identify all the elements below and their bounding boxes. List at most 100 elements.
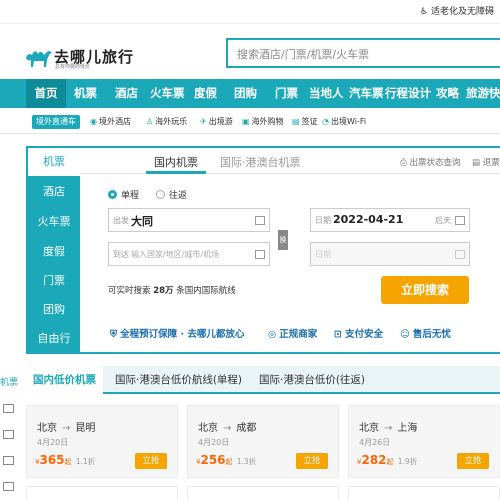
swap-cities-button[interactable]: 换 [278, 230, 288, 250]
tab-lowprice-intl-oneway[interactable]: 国际·港澳台低价航线(单程) [108, 366, 249, 394]
train-icon[interactable] [3, 430, 14, 439]
calendar-icon[interactable] [455, 250, 465, 259]
nav-item-bus[interactable]: 汽车票 [349, 79, 384, 108]
deal-price: ¥256起 1.3折 [196, 453, 257, 467]
city-picker-icon[interactable] [255, 216, 265, 225]
arrow-icon: → [62, 423, 71, 434]
arrow-icon: → [223, 423, 232, 434]
nav-item-groupbuy[interactable]: 团购 [234, 79, 257, 108]
date-value: 2022-04-21 [333, 213, 404, 226]
nav-item-hotels[interactable]: 酒店 [115, 79, 138, 108]
top-bar: ♿ 适老化及无障碍 [0, 0, 500, 24]
city-picker-icon[interactable] [255, 250, 265, 259]
grab-button[interactable]: 立抢 [457, 453, 489, 469]
subnav-link-overseas-fun[interactable]: ♙ 海外玩乐 [146, 116, 187, 127]
return-date-label: 日期 [315, 250, 331, 259]
deal-route: 北京 → 成都 [198, 423, 257, 434]
side-item-free-travel[interactable]: 自由行 [28, 325, 80, 352]
route-count-text: 可实时搜索 28万 条国内国际航线 [108, 286, 236, 296]
hotel-icon[interactable] [3, 404, 14, 413]
flight-tabs: 国内机票 国际·港澳台机票 ⎙ 出票状态查询 ▤ 退票改签 [80, 148, 500, 174]
guarantee-full: ⛨ 全程预订保障 · 去哪儿都放心 [110, 329, 245, 340]
arrival-field[interactable]: 到达 输入国家/地区/城市/机场 [108, 242, 270, 266]
nav-item-home[interactable]: 首页 [26, 79, 66, 108]
departure-value: 大同 [131, 215, 153, 228]
tab-lowprice-domestic[interactable]: 国内低价机票 [26, 366, 103, 394]
arrow-icon: → [384, 423, 393, 434]
nav-item-flights[interactable]: 机票 [74, 79, 97, 108]
deal-card-next[interactable] [187, 486, 339, 500]
accessibility-link[interactable]: ♿ 适老化及无障碍 [420, 4, 494, 17]
deal-card[interactable]: 北京 → 昆明 4月20日 ¥365起 1.1折 立抢 [26, 405, 178, 478]
plane-icon: ✈ [200, 117, 207, 126]
side-item-groupbuy[interactable]: 团购 [28, 296, 80, 324]
logo[interactable]: 去哪儿旅行 总有你要的低价 [24, 42, 134, 72]
radio-unchecked-icon [156, 190, 165, 199]
sub-nav: 境外直通车 ◉ 境外酒店 ♙ 海外玩乐 ✈ 出境游 ▣ 海外购物 ▤ 签证 ◔ 出境Wi-F… [0, 110, 500, 134]
accessibility-label: 适老化及无障碍 [430, 7, 494, 17]
deal-card[interactable]: 北京 → 成都 4月20日 ¥256起 1.3折 立抢 [187, 405, 339, 478]
hotel-icon: ◉ [90, 117, 97, 126]
search-placeholder: 搜索酒店/门票/机票/火车票 [237, 48, 370, 61]
guarantee-merchant: ◎ 正规商家 [268, 329, 318, 340]
side-item-trains[interactable]: 火车票 [28, 208, 80, 236]
brand-slogan: 总有你要的低价 [55, 64, 91, 70]
nav-item-guides[interactable]: 攻略 [436, 79, 459, 108]
deal-date: 4月26日 [359, 438, 391, 447]
wifi-icon: ◔ [322, 117, 329, 126]
subnav-link-wifi[interactable]: ◔ 出境Wi-Fi [322, 116, 366, 127]
return-date-field[interactable]: 日期 [310, 242, 470, 266]
shield-icon: ⛨ [110, 329, 118, 340]
date-day-hint: 后天 [435, 216, 451, 225]
walk-icon: ♙ [146, 117, 154, 126]
cart-icon: ▣ [242, 117, 250, 126]
deal-route: 北京 → 上海 [359, 423, 418, 434]
arrival-placeholder: 输入国家/地区/城市/机场 [131, 250, 220, 259]
tab-international[interactable]: 国际·港澳台机票 [220, 154, 301, 170]
deal-price: ¥282起 1.9折 [357, 453, 418, 467]
ticket-icon[interactable] [3, 482, 14, 491]
left-side-strip: 机票 [0, 366, 18, 500]
deal-card-next[interactable] [348, 486, 500, 500]
depart-date-field[interactable]: 日期 2022-04-21 后天 [310, 208, 470, 232]
nav-item-locals[interactable]: 当地人 [309, 79, 344, 108]
date-label: 日期 [315, 216, 331, 225]
calendar-icon[interactable] [455, 216, 465, 225]
subnav-link-outbound-tour[interactable]: ✈ 出境游 [200, 116, 233, 127]
deal-card-next[interactable] [26, 486, 178, 500]
oneway-radio[interactable]: 单程 [108, 188, 139, 201]
search-input[interactable]: 搜索酒店/门票/机票/火车票 [226, 38, 500, 68]
nav-item-itinerary[interactable]: 行程设计 [385, 79, 431, 108]
grab-button[interactable]: 立抢 [296, 453, 328, 469]
tab-underline [146, 171, 206, 174]
side-item-flights[interactable]: 机票 [28, 148, 80, 176]
subnav-link-overseas-shopping[interactable]: ▣ 海外购物 [242, 116, 284, 127]
deal-card[interactable]: 北京 → 上海 4月26日 ¥282起 1.9折 立抢 [348, 405, 500, 478]
departure-label: 出发 [113, 216, 129, 225]
deal-date: 4月20日 [198, 438, 230, 447]
tab-lowprice-intl-round[interactable]: 国际·港澳台低价(往返) [252, 366, 372, 394]
guarantee-aftersale: ☺ 售后无忧 [400, 329, 451, 340]
grab-button[interactable]: 立抢 [135, 453, 167, 469]
side-item-tickets[interactable]: 门票 [28, 267, 80, 295]
nav-item-news[interactable]: 旅游快讯 [466, 79, 500, 108]
side-item-hotels[interactable]: 酒店 [28, 178, 80, 206]
tab-domestic[interactable]: 国内机票 [154, 154, 198, 170]
ticket-status-link[interactable]: ⎙ 出票状态查询 [400, 156, 461, 168]
side-item-vacation[interactable]: 度假 [28, 238, 80, 266]
refund-link[interactable]: ▤ 退票改签 [472, 156, 500, 168]
print-icon: ⎙ [400, 158, 410, 168]
nav-item-tickets[interactable]: 门票 [275, 79, 298, 108]
subnav-link-visa[interactable]: ▤ 签证 [292, 116, 318, 127]
left-strip-label[interactable]: 机票 [0, 375, 18, 388]
lock-icon: ⊡ [334, 329, 342, 340]
camel-icon [26, 51, 52, 67]
overseas-tag[interactable]: 境外直通车 [32, 115, 80, 129]
roundtrip-radio[interactable]: 往返 [156, 188, 187, 201]
departure-field[interactable]: 出发 大同 [108, 208, 270, 232]
search-button[interactable]: 立即搜索 [381, 276, 469, 304]
nav-item-trains[interactable]: 火车票 [150, 79, 185, 108]
subnav-link-overseas-hotels[interactable]: ◉ 境外酒店 [90, 116, 131, 127]
vacation-icon[interactable] [3, 456, 14, 465]
nav-item-vacation[interactable]: 度假 [194, 79, 217, 108]
